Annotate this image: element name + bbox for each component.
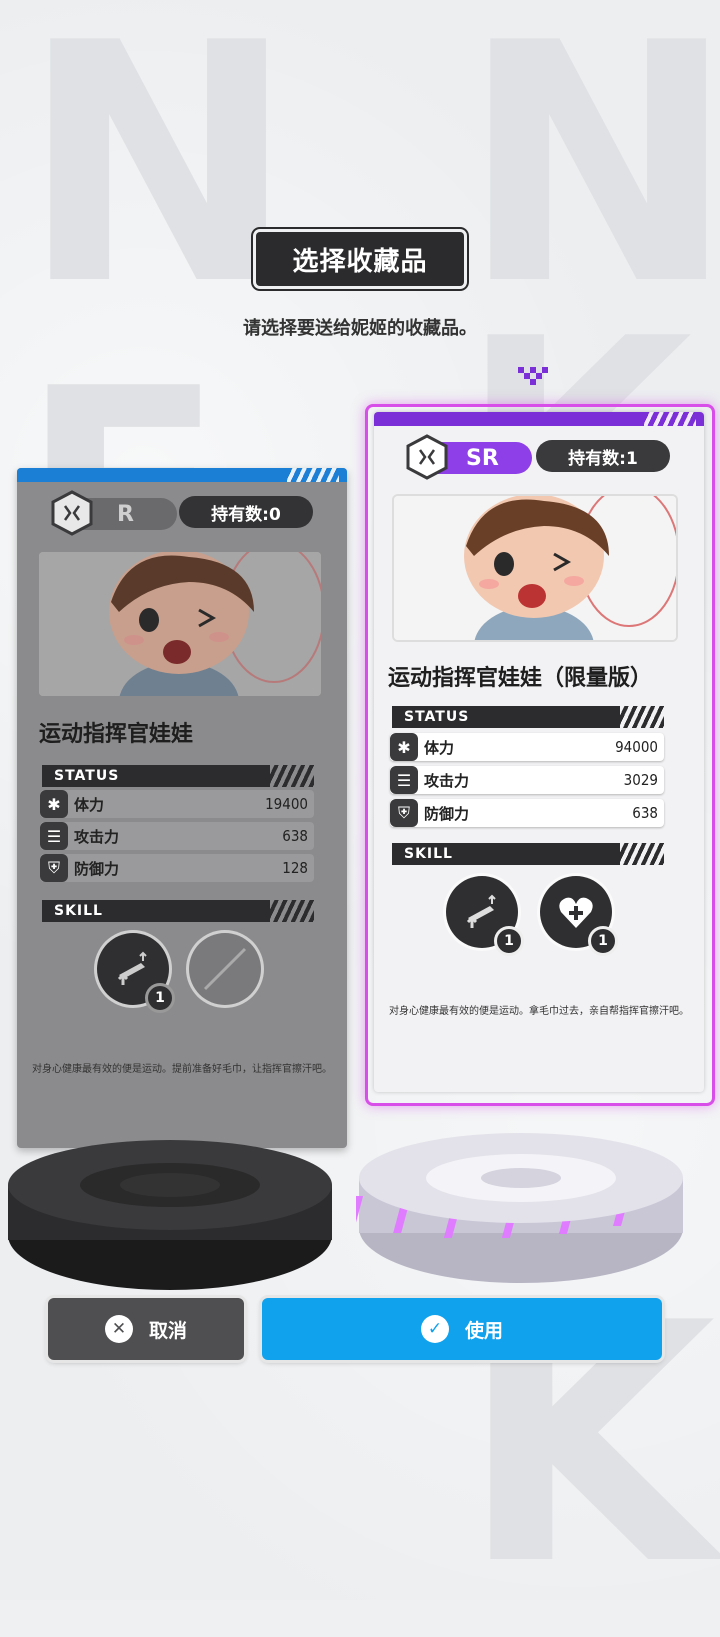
rarity-label: SR	[466, 445, 499, 471]
skill-header-label: SKILL	[404, 846, 453, 862]
item-portrait	[394, 496, 676, 640]
skill-slot-2-empty	[189, 933, 261, 1005]
use-button-label: 使用	[464, 1319, 503, 1342]
owned-count: 持有数:1	[536, 440, 670, 472]
stat-row-defense: ⛨ 防御力 638	[390, 799, 664, 827]
item-portrait	[39, 552, 321, 696]
dialog-title-frame: 选择收藏品	[256, 232, 464, 286]
stat-value: 128	[282, 859, 308, 877]
stat-label: 防御力	[424, 804, 470, 823]
item-description: 对身心健康最有效的便是运动。提前准备好毛巾，让指挥官擦汗吧。	[32, 1064, 332, 1075]
checkmark-icon: ✓	[420, 1315, 449, 1343]
asterisk-icon: ✱	[390, 733, 418, 761]
item-description: 对身心健康最有效的便是运动。拿毛巾过去，亲自帮指挥官擦汗吧。	[389, 1006, 689, 1017]
stat-row-defense: ⛨ 防御力 128	[40, 854, 314, 882]
attack-up-icon	[117, 951, 147, 985]
use-button[interactable]: ✓ 使用	[262, 1298, 662, 1360]
heart-heal-icon	[559, 897, 593, 928]
stat-label: 防御力	[74, 859, 120, 878]
stat-row-attack: ☰ 攻击力 3029	[390, 766, 664, 794]
stat-label: 攻击力	[74, 827, 120, 846]
stat-value: 19400	[265, 795, 308, 813]
dialog-subtitle: 请选择要送给妮姬的收藏品。	[243, 318, 477, 339]
cancel-button-label: 取消	[148, 1319, 187, 1342]
skill-header: SKILL	[392, 843, 664, 865]
skill-slot-1[interactable]: 1	[446, 876, 524, 956]
item-name: 运动指挥官娃娃（限量版）	[388, 666, 653, 691]
bullets-icon: ☰	[40, 822, 68, 850]
status-header: STATUS	[42, 765, 314, 787]
skill-header-label: SKILL	[54, 903, 103, 919]
skill-slot-1[interactable]: 1	[97, 933, 175, 1013]
owned-count: 持有数:0	[179, 496, 313, 528]
stat-label: 攻击力	[424, 771, 470, 790]
collectible-card-sr[interactable]: SR 持有数:1 运动指挥官娃娃（限量版） STATUS ✱ 体力 94000 …	[374, 412, 704, 1092]
skill-header: SKILL	[42, 900, 314, 922]
stat-row-attack: ☰ 攻击力 638	[40, 822, 314, 850]
stat-value: 638	[632, 804, 658, 822]
stat-value: 94000	[615, 738, 658, 756]
collectible-card-r[interactable]: R 持有数:0 运动指挥官娃娃 STATUS ✱ 体力 19400 ☰ 攻击力 …	[17, 468, 347, 1148]
card-accent-strip	[17, 468, 347, 482]
shield-icon: ⛨	[390, 799, 418, 827]
skill-level-badge: 1	[588, 926, 618, 956]
item-name: 运动指挥官娃娃	[39, 722, 194, 747]
pedestal-silver	[356, 1133, 683, 1283]
cancel-button[interactable]: ✕ 取消	[48, 1298, 244, 1360]
status-header-label: STATUS	[54, 768, 120, 784]
attack-up-icon	[466, 894, 496, 928]
asterisk-icon: ✱	[40, 790, 68, 818]
empty-slot-icon	[203, 947, 247, 991]
dialog-title: 选择收藏品	[256, 232, 464, 286]
stat-value: 638	[282, 827, 308, 845]
skill-level-badge: 1	[494, 926, 524, 956]
stat-row-hp: ✱ 体力 94000	[390, 733, 664, 761]
status-header: STATUS	[392, 706, 664, 728]
pedestal-dark	[8, 1140, 332, 1290]
skill-level-badge: 1	[145, 983, 175, 1013]
skill-slot-2[interactable]: 1	[540, 876, 618, 956]
stat-label: 体力	[424, 738, 455, 757]
rarity-label: R	[117, 501, 134, 527]
stat-value: 3029	[623, 771, 658, 789]
hexagon-emblem-icon	[51, 490, 93, 536]
shield-icon: ⛨	[40, 854, 68, 882]
bullets-icon: ☰	[390, 766, 418, 794]
stat-row-hp: ✱ 体力 19400	[40, 790, 314, 818]
card-accent-strip	[374, 412, 704, 426]
hexagon-emblem-icon	[406, 434, 448, 480]
close-icon: ✕	[104, 1315, 133, 1343]
status-header-label: STATUS	[404, 709, 470, 725]
stat-label: 体力	[74, 795, 105, 814]
